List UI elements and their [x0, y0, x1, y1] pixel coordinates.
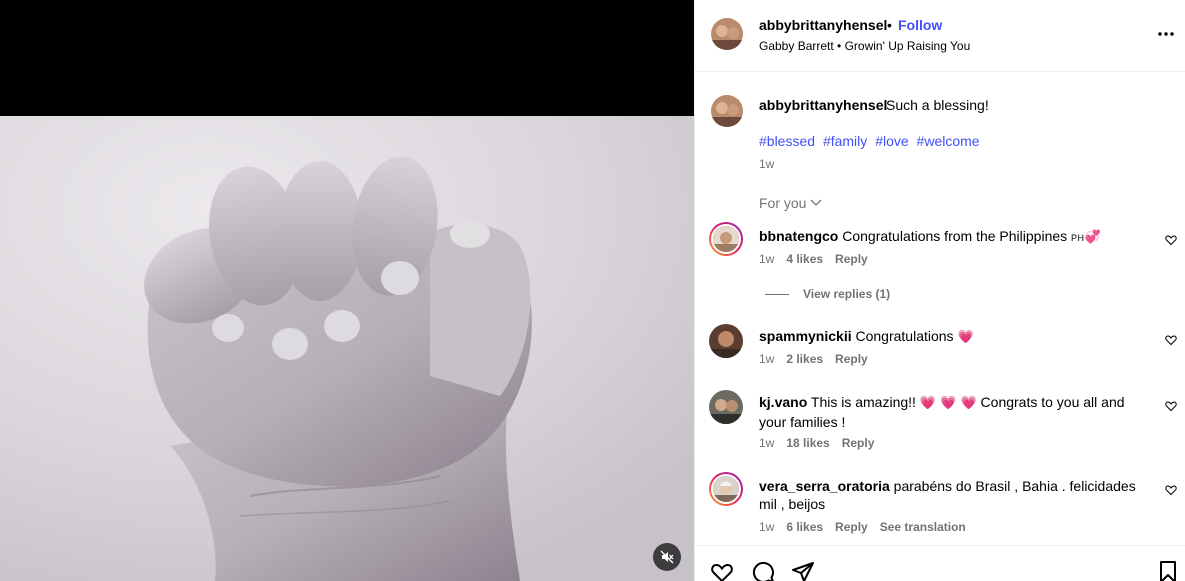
comment-time[interactable]: 1w [759, 520, 774, 534]
replies-divider-line [765, 293, 789, 295]
like-heart-icon[interactable] [710, 560, 734, 581]
hashtag-link[interactable]: #family [823, 133, 867, 149]
comment-username[interactable]: vera_serra_oratoria [759, 478, 890, 494]
commenter-avatar[interactable] [709, 222, 743, 256]
baby-fist-photo [0, 116, 694, 581]
follow-button[interactable]: Follow [898, 17, 942, 33]
view-replies-label: View replies (1) [803, 287, 891, 301]
comment-username[interactable]: bbnatengco [759, 228, 838, 244]
commenter-avatar[interactable] [709, 390, 743, 424]
avatar-image [709, 324, 743, 358]
speaker-muted-icon [660, 550, 674, 564]
comment-meta: 1w 6 likes Reply See translation [759, 520, 966, 534]
separator-dot: • [887, 17, 892, 33]
heart-emoji: 💗 [957, 330, 974, 345]
post-actions-bar [695, 545, 1185, 581]
comment-body: vera_serra_oratoria parabéns do Brasil ,… [759, 477, 1149, 513]
baby-fist-image [0, 116, 694, 581]
comment-meta: 1w 2 likes Reply [759, 352, 868, 366]
avatar-image [713, 476, 739, 502]
comment-body: kj.vano This is amazing!! 💗 💗 💗 Congrats… [759, 393, 1149, 431]
comment-body: spammynickii Congratulations 💗 [759, 327, 1149, 347]
more-horizontal-icon[interactable] [1157, 25, 1175, 43]
reply-button[interactable]: Reply [835, 352, 868, 366]
like-heart-icon[interactable] [1165, 234, 1177, 246]
comment-username[interactable]: kj.vano [759, 394, 807, 410]
like-heart-icon[interactable] [1165, 334, 1177, 346]
comment-likes[interactable]: 2 likes [786, 352, 823, 366]
see-translation-button[interactable]: See translation [880, 520, 966, 534]
caption-author-avatar[interactable] [711, 95, 743, 127]
post-media[interactable] [0, 0, 694, 581]
comment-meta: 1w 18 likes Reply [759, 436, 874, 450]
two-hearts-emoji: 💞 [1084, 230, 1101, 245]
commenter-avatar[interactable] [709, 324, 743, 358]
audio-track-link[interactable]: Gabby Barrett • Growin' Up Raising You [759, 39, 970, 53]
mute-toggle-button[interactable] [653, 543, 681, 571]
commenter-avatar[interactable] [709, 472, 743, 506]
comment-likes[interactable]: 6 likes [786, 520, 823, 534]
comment-likes[interactable]: 4 likes [786, 252, 823, 266]
comment-time[interactable]: 1w [759, 252, 774, 266]
comment-time[interactable]: 1w [759, 436, 774, 450]
author-username[interactable]: abbybrittanyhensel [759, 17, 887, 33]
comment-username[interactable]: spammynickii [759, 328, 852, 344]
reply-button[interactable]: Reply [842, 436, 875, 450]
avatar-image [711, 18, 743, 50]
author-avatar[interactable] [711, 18, 743, 50]
comment-text: Congratulations from the Philippines [842, 228, 1068, 244]
comment-bubble-icon[interactable] [751, 560, 775, 581]
reply-button[interactable]: Reply [835, 520, 868, 534]
caption-timestamp[interactable]: 1w [759, 157, 774, 171]
view-replies-button[interactable]: View replies (1) [765, 287, 890, 301]
comment-text: This is amazing!! [810, 394, 916, 410]
chevron-down-icon [811, 199, 822, 206]
hashtag-link[interactable]: #blessed [759, 133, 815, 149]
comment-time[interactable]: 1w [759, 352, 774, 366]
comment-body: bbnatengco Congratulations from the Phil… [759, 227, 1149, 247]
instagram-post-view: abbybrittanyhensel • Follow Gabby Barret… [0, 0, 1185, 581]
share-paper-plane-icon[interactable] [791, 560, 815, 581]
save-bookmark-icon[interactable] [1156, 560, 1180, 581]
post-header: abbybrittanyhensel • Follow Gabby Barret… [695, 0, 1185, 72]
comment-likes[interactable]: 18 likes [786, 436, 829, 450]
post-details-panel: abbybrittanyhensel • Follow Gabby Barret… [694, 0, 1185, 581]
comment-sort-dropdown[interactable]: For you [759, 195, 822, 211]
hashtag-link[interactable]: #love [875, 133, 908, 149]
reply-button[interactable]: Reply [835, 252, 868, 266]
like-heart-icon[interactable] [1165, 484, 1177, 496]
like-heart-icon[interactable] [1165, 400, 1177, 412]
comment-text: Congratulations [855, 328, 954, 344]
caption-hashtags: #blessed #family #love #welcome [759, 133, 984, 149]
avatar-image [711, 95, 743, 127]
avatar-image [709, 390, 743, 424]
hearts-emoji: 💗 💗 💗 [919, 396, 977, 411]
caption-username[interactable]: abbybrittanyhensel [759, 97, 887, 113]
avatar-image [713, 226, 739, 252]
caption-text: Such a blessing! [886, 97, 989, 113]
sort-label: For you [759, 195, 807, 211]
flag-emoji: PH [1071, 233, 1085, 243]
comment-meta: 1w 4 likes Reply [759, 252, 868, 266]
hashtag-link[interactable]: #welcome [917, 133, 980, 149]
